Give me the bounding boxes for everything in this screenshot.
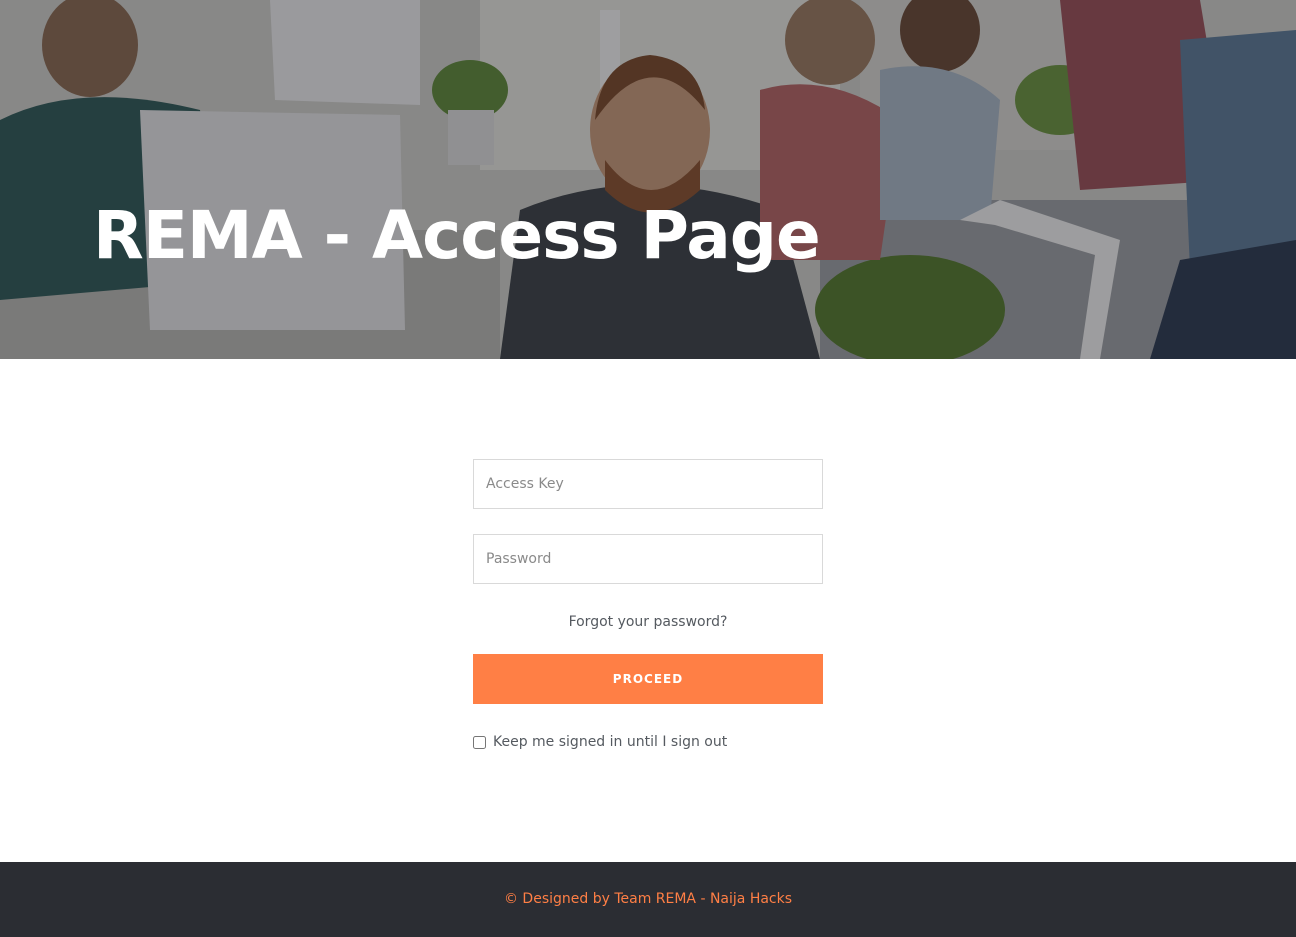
hero-banner: REMA - Access Page bbox=[0, 0, 1296, 359]
keep-signed-in-row[interactable]: Keep me signed in until I sign out bbox=[473, 734, 823, 750]
footer-credit: © Designed by Team REMA - Naija Hacks bbox=[503, 890, 793, 907]
keep-signed-in-checkbox[interactable] bbox=[473, 735, 486, 749]
login-form: Forgot your password? PROCEED Keep me si… bbox=[473, 459, 823, 750]
forgot-password-link[interactable]: Forgot your password? bbox=[473, 614, 823, 630]
proceed-button[interactable]: PROCEED bbox=[473, 654, 823, 704]
password-input[interactable] bbox=[473, 534, 823, 584]
hero-dark-overlay bbox=[0, 0, 1296, 359]
access-key-input[interactable] bbox=[473, 459, 823, 509]
page-footer: © Designed by Team REMA - Naija Hacks bbox=[0, 862, 1296, 937]
page-title: REMA - Access Page bbox=[93, 197, 821, 274]
keep-signed-in-label: Keep me signed in until I sign out bbox=[493, 734, 728, 750]
